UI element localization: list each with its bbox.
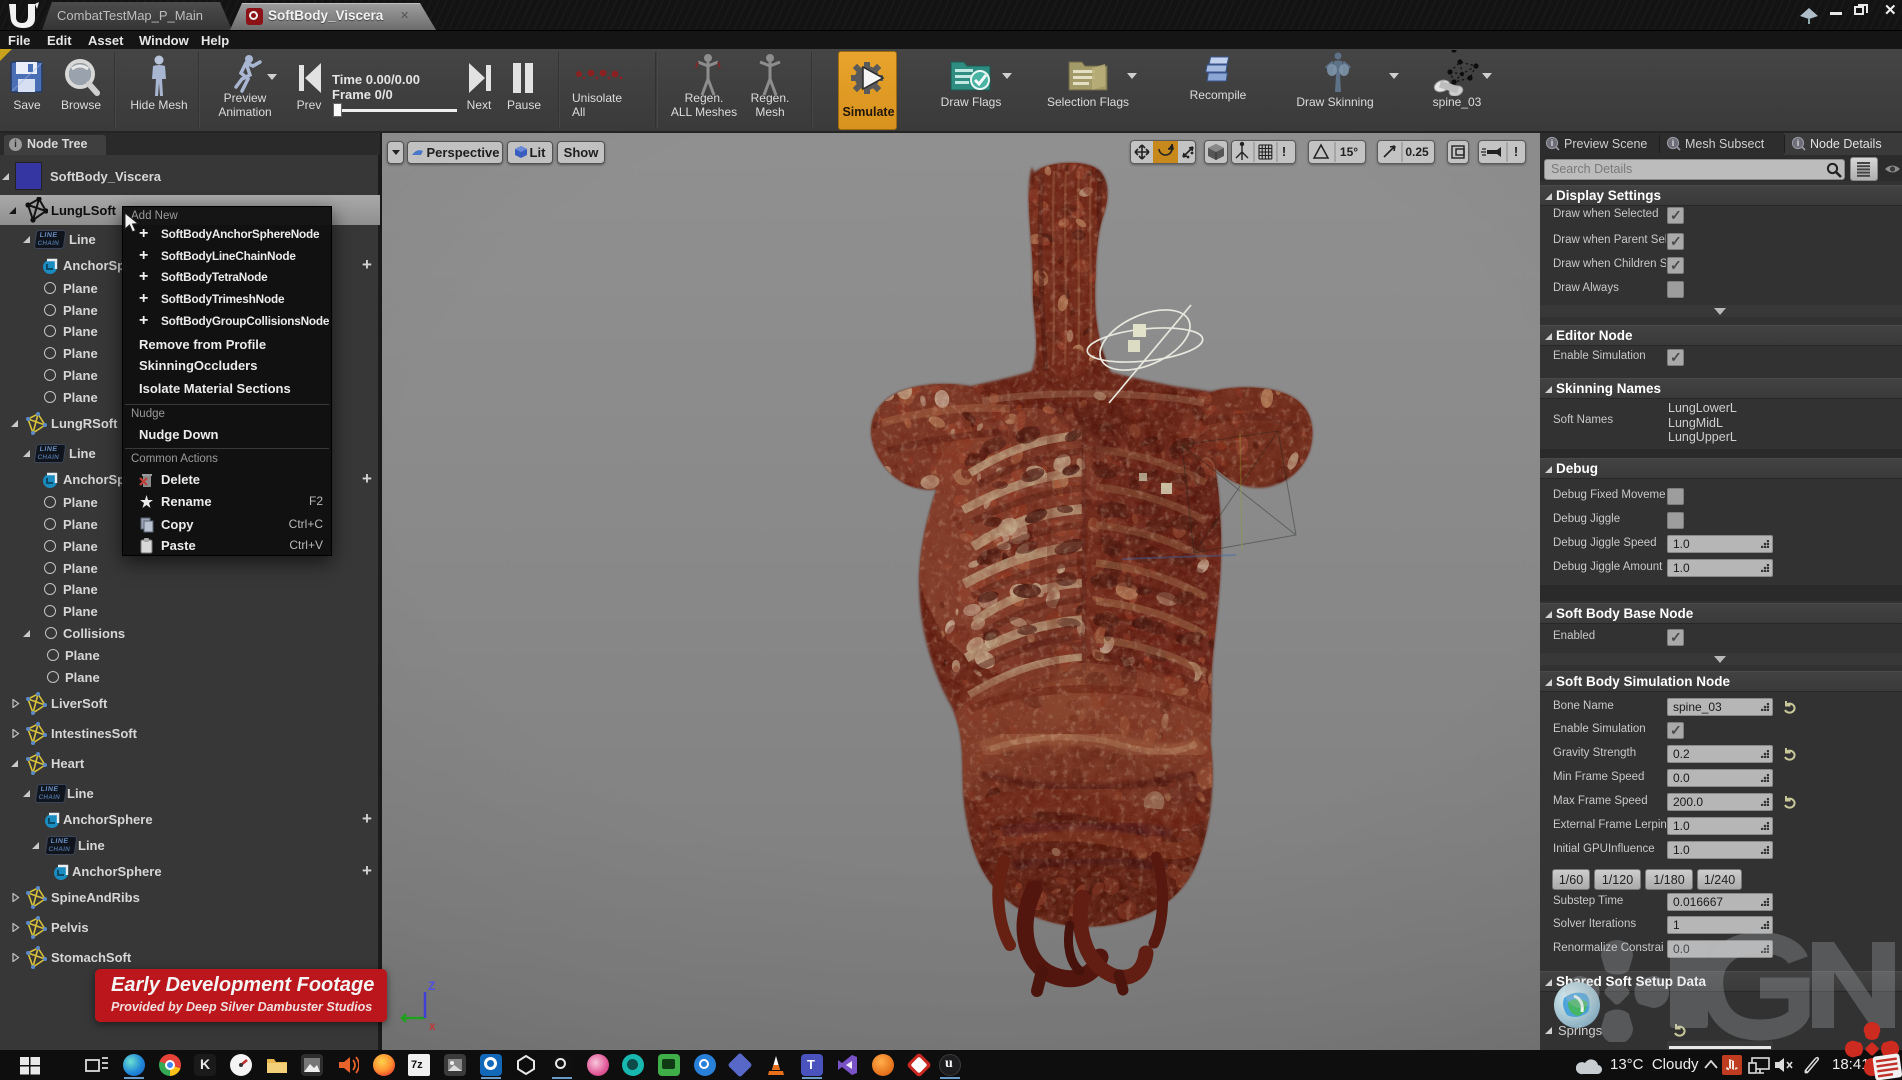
svg-text:i: i xyxy=(1797,138,1800,148)
svg-text:i: i xyxy=(1551,138,1554,148)
svg-text:i: i xyxy=(1672,138,1675,148)
